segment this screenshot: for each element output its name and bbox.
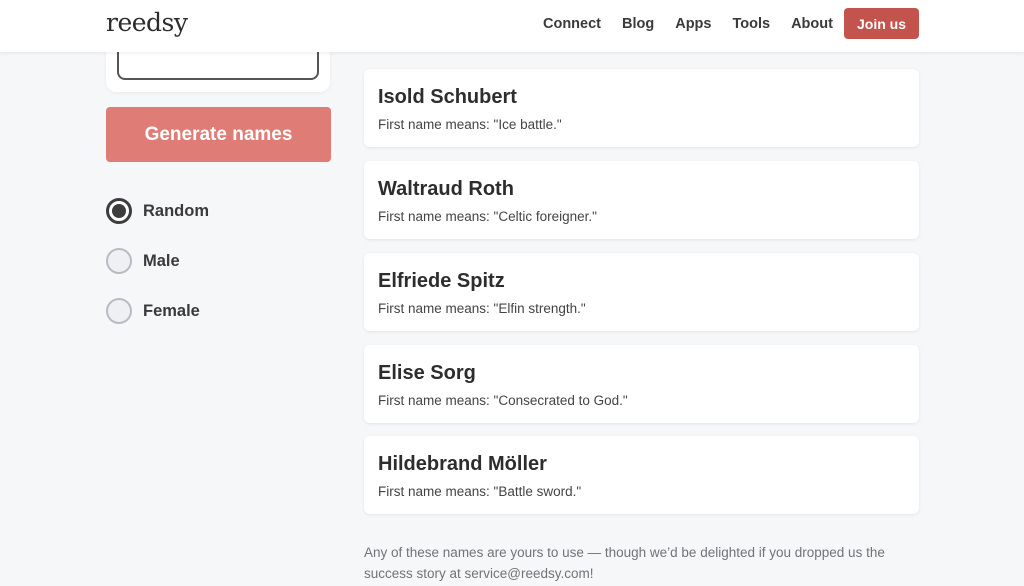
radio-unchecked-icon[interactable]: [106, 298, 132, 324]
name-meaning: First name means: "Ice battle.": [378, 117, 562, 132]
generated-name: Elise Sorg: [378, 362, 476, 384]
radio-label: Male: [143, 251, 180, 270]
radio-label: Random: [143, 201, 209, 220]
generated-name: Isold Schubert: [378, 86, 517, 108]
name-card: Isold Schubert First name means: "Ice ba…: [364, 69, 919, 147]
generated-name: Elfriede Spitz: [378, 270, 505, 292]
name-meaning: First name means: "Elfin strength.": [378, 301, 586, 316]
generate-names-button[interactable]: Generate names: [106, 107, 331, 162]
name-card: Waltraud Roth First name means: "Celtic …: [364, 161, 919, 239]
name-meaning: First name means: "Celtic foreigner.": [378, 209, 597, 224]
join-us-button[interactable]: Join us: [844, 8, 919, 39]
generated-name: Waltraud Roth: [378, 178, 514, 200]
nav-blog[interactable]: Blog: [622, 16, 654, 32]
nav-apps[interactable]: Apps: [675, 16, 711, 32]
name-meaning: First name means: "Battle sword.": [378, 484, 582, 499]
name-card: Elise Sorg First name means: "Consecrate…: [364, 345, 919, 423]
radio-female[interactable]: Female: [106, 298, 200, 324]
main-nav: Connect Blog Apps Tools About: [543, 0, 854, 48]
radio-random[interactable]: Random: [106, 198, 209, 224]
name-card: Hildebrand Möller First name means: "Bat…: [364, 436, 919, 514]
radio-male[interactable]: Male: [106, 248, 180, 274]
nav-about[interactable]: About: [791, 16, 833, 32]
name-card: Elfriede Spitz First name means: "Elfin …: [364, 253, 919, 331]
radio-checked-icon[interactable]: [106, 198, 132, 224]
reedsy-logo[interactable]: reedsy: [106, 8, 188, 37]
generated-name: Hildebrand Möller: [378, 453, 547, 475]
radio-label: Female: [143, 301, 200, 320]
radio-unchecked-icon[interactable]: [106, 248, 132, 274]
nav-tools[interactable]: Tools: [732, 16, 770, 32]
usage-note: Any of these names are yours to use — th…: [364, 545, 885, 581]
nav-connect[interactable]: Connect: [543, 16, 601, 32]
site-header: reedsy Connect Blog Apps Tools About Joi…: [0, 0, 1024, 52]
name-meaning: First name means: "Consecrated to God.": [378, 393, 628, 408]
